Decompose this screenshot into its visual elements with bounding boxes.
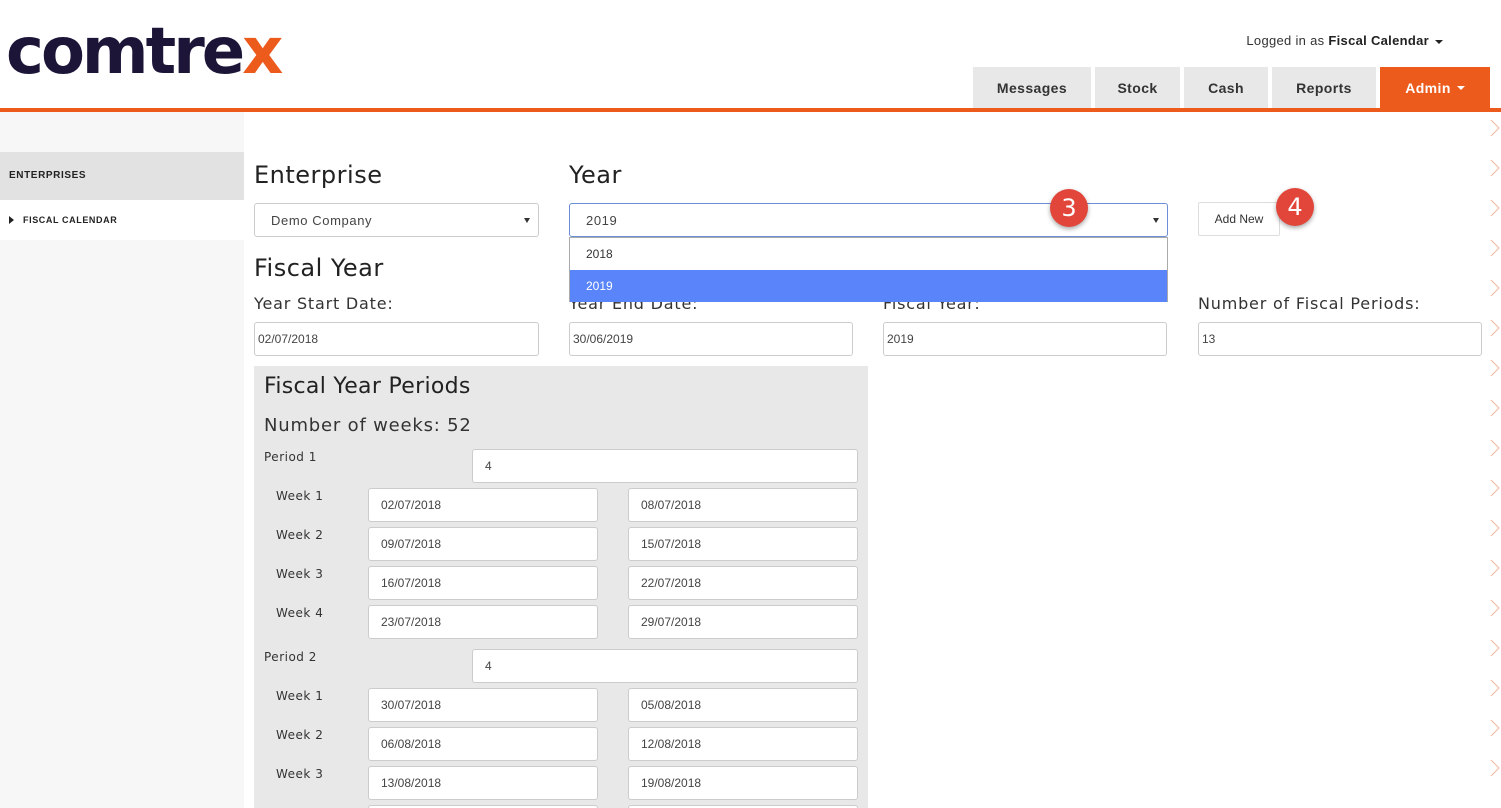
week-start-input[interactable] <box>368 727 598 761</box>
week-start-input[interactable] <box>368 566 598 600</box>
top-header: comtrex Logged in as Fiscal Calendar Mes… <box>0 0 1501 112</box>
caret-down-icon <box>524 218 530 223</box>
week-end-input[interactable] <box>628 488 858 522</box>
week-end-input[interactable] <box>628 605 858 639</box>
week-start-input[interactable] <box>368 527 598 561</box>
week-label: Week 3 <box>276 767 324 781</box>
fiscal-year-heading: Fiscal Year <box>254 254 384 282</box>
periods-panel-title: Fiscal Year Periods <box>264 374 471 399</box>
nav-tab-label: Messages <box>996 79 1068 96</box>
sidebar: ENTERPRISES FISCAL CALENDAR <box>0 112 244 808</box>
enterprise-select-value: Demo Company <box>271 212 373 228</box>
week-start-input[interactable] <box>368 605 598 639</box>
year-select-value: 2019 <box>586 212 618 228</box>
nav-tab-stock[interactable]: Stock <box>1095 67 1180 108</box>
period-weeks-input[interactable] <box>472 649 858 683</box>
caret-down-icon <box>1153 218 1159 223</box>
triangle-right-icon <box>9 216 14 224</box>
year-dropdown-list: 2018 2019 <box>569 237 1168 302</box>
year-start-label: Year Start Date: <box>254 294 394 313</box>
year-option-2019[interactable]: 2019 <box>570 270 1167 302</box>
fiscal-periods-label: Number of Fiscal Periods: <box>1198 294 1421 313</box>
week-end-input[interactable] <box>628 766 858 800</box>
week-start-input[interactable] <box>368 688 598 722</box>
nav-tab-label: Reports <box>1296 79 1352 96</box>
sidebar-header-enterprises[interactable]: ENTERPRISES <box>0 152 244 200</box>
main-nav: Messages Stock Cash Reports Admin <box>973 67 1490 108</box>
week-start-input[interactable] <box>368 488 598 522</box>
week-end-input[interactable] <box>628 688 858 722</box>
fiscal-year-periods-panel: Fiscal Year Periods Number of weeks: 52 … <box>254 366 868 808</box>
week-label: Week 2 <box>276 528 324 542</box>
week-label: Week 2 <box>276 728 324 742</box>
nav-tab-cash[interactable]: Cash <box>1184 67 1268 108</box>
add-new-button[interactable]: Add New <box>1198 202 1280 236</box>
year-label: Year <box>569 161 622 189</box>
period-label: Period 1 <box>264 450 317 464</box>
nav-tab-messages[interactable]: Messages <box>973 67 1091 108</box>
fiscal-periods-input[interactable] <box>1198 322 1482 356</box>
week-start-input[interactable] <box>368 766 598 800</box>
user-prefix: Logged in as <box>1246 33 1325 48</box>
period-label: Period 2 <box>264 650 317 664</box>
year-start-input[interactable] <box>254 322 539 356</box>
week-end-input[interactable] <box>628 566 858 600</box>
user-menu[interactable]: Logged in as Fiscal Calendar <box>1246 33 1443 48</box>
week-end-input[interactable] <box>628 527 858 561</box>
logo-accent: x <box>242 15 283 89</box>
year-option-2018[interactable]: 2018 <box>570 238 1167 270</box>
nav-tab-reports[interactable]: Reports <box>1272 67 1376 108</box>
period-weeks-input[interactable] <box>472 449 858 483</box>
step-badge-4: 4 <box>1276 188 1314 226</box>
enterprise-label: Enterprise <box>254 161 383 189</box>
edge-pattern-decoration <box>1490 119 1500 777</box>
sidebar-item-label: FISCAL CALENDAR <box>23 215 118 225</box>
week-end-input[interactable] <box>628 727 858 761</box>
logo-text: comtre <box>6 15 245 89</box>
nav-tab-label: Admin <box>1405 79 1451 96</box>
weeks-count-text: Number of weeks: 52 <box>264 415 472 436</box>
caret-down-icon <box>1456 85 1465 90</box>
user-name: Fiscal Calendar <box>1328 33 1429 48</box>
sidebar-item-fiscal-calendar[interactable]: FISCAL CALENDAR <box>0 200 244 240</box>
nav-tab-label: Stock <box>1117 79 1158 96</box>
week-label: Week 1 <box>276 489 324 503</box>
comtrex-logo[interactable]: comtrex <box>6 12 283 92</box>
year-end-input[interactable] <box>569 322 853 356</box>
enterprise-select[interactable]: Demo Company <box>254 203 539 237</box>
step-badge-3: 3 <box>1050 189 1088 227</box>
week-label: Week 3 <box>276 567 324 581</box>
nav-tab-admin[interactable]: Admin <box>1380 67 1490 108</box>
week-label: Week 1 <box>276 689 324 703</box>
nav-tab-label: Cash <box>1208 79 1244 96</box>
caret-down-icon <box>1435 39 1443 44</box>
fiscal-year-input[interactable] <box>883 322 1167 356</box>
week-label: Week 4 <box>276 606 324 620</box>
